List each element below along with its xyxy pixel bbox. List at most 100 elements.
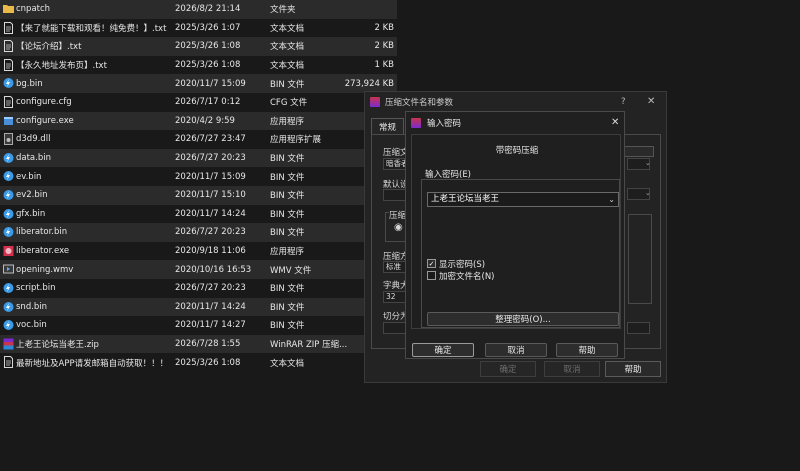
file-row[interactable]: configure.cfg 2026/7/17 0:12 CFG 文件 (0, 93, 397, 112)
close-icon[interactable]: ✕ (647, 96, 655, 107)
file-date: 2020/11/7 14:24 (175, 301, 246, 312)
file-row[interactable]: snd.bin2020/11/7 14:24BIN 文件82 (0, 297, 397, 317)
password-value: 上老王论坛当老王 (431, 194, 500, 204)
file-name: data.bin (16, 153, 51, 164)
back-help-button[interactable]: 帮助 (605, 361, 661, 377)
file-date: 2026/8/2 21:14 (175, 4, 241, 15)
file-date: 2026/7/27 20:23 (175, 153, 246, 164)
file-row[interactable]: opening.wmv2020/10/16 16:53WMV 文件95 (0, 260, 397, 279)
bin-file-icon (3, 189, 14, 201)
file-type: BIN 文件 (270, 172, 305, 183)
file-date: 2026/7/17 0:12 (175, 97, 241, 108)
file-row[interactable]: cnpatch 2026/8/2 21:14 文件夹 (0, 0, 397, 19)
password-heading: 带密码压缩 (495, 146, 539, 156)
file-size: 273,924 KB (344, 78, 394, 89)
file-date: 2020/11/7 15:09 (175, 78, 246, 89)
file-row[interactable]: 【来了就能下载和观看！纯免费！】.txt 2025/3/26 1:07 文本文档 2 … (0, 19, 397, 38)
chevron-down-icon[interactable]: ⌄ (645, 159, 655, 169)
ok-button[interactable]: 确定 (412, 343, 474, 357)
bin-file-icon (3, 282, 14, 294)
file-type: BIN 文件 (270, 321, 305, 332)
file-type: 应用程序 (270, 247, 305, 258)
file-type: 文本文档 (270, 42, 305, 53)
file-name: 最新地址及APP请发邮箱自动获取！！！.... (16, 358, 168, 369)
help-question-icon[interactable]: ? (621, 97, 626, 107)
file-name: ev.bin (16, 171, 42, 182)
close-icon[interactable]: ✕ (611, 117, 619, 128)
file-size: 2 KB (374, 22, 394, 33)
file-date: 2026/7/27 20:23 (175, 283, 246, 294)
file-row[interactable]: ev2.bin2020/11/7 15:10BIN 文件907 (0, 185, 397, 205)
file-date: 2025/3/26 1:08 (175, 357, 241, 368)
file-name: configure.cfg (16, 97, 72, 108)
cancel-button[interactable]: 取消 (485, 343, 547, 357)
file-row[interactable]: 上老王论坛当老王.zip 2026/7/28 1:55 WinRAR ZIP 压缩.… (0, 334, 397, 354)
file-date: 2020/4/2 9:59 (175, 115, 235, 126)
file-date: 2026/7/28 1:55 (175, 338, 241, 349)
file-type: BIN 文件 (270, 79, 305, 90)
tab-general[interactable]: 常规 (371, 118, 404, 135)
enter-password-dialog: 输入密码 ✕ 带密码压缩 输入密码(E) 上老王论坛当老王 ⌄ ✓ 显示密码(S… (405, 111, 625, 359)
file-name: 【永久地址发布页】.txt (16, 61, 107, 72)
chevron-down-icon[interactable]: ⌄ (645, 189, 655, 199)
bin-file-icon (3, 77, 14, 89)
bin-file-icon (3, 208, 14, 220)
file-row[interactable]: 【论坛介绍】.txt 2025/3/26 1:08 文本文档 2 KB (0, 37, 397, 56)
file-name: 上老王论坛当老王.zip (16, 339, 99, 350)
split-right-field[interactable] (627, 322, 650, 334)
password-input[interactable]: 上老王论坛当老王 ⌄ (427, 192, 619, 207)
file-row[interactable]: voc.bin2020/11/7 14:27BIN 文件1,1 (0, 316, 397, 335)
text-file-icon (3, 21, 13, 34)
file-row[interactable]: configure.exe2020/4/2 9:59应用程序1 (0, 111, 397, 131)
file-type: 文本文档 (270, 358, 305, 369)
organize-passwords-button[interactable]: 整理密码(O)... (427, 312, 619, 326)
encrypt-filenames-label[interactable]: 加密文件名(N) (439, 270, 495, 282)
bin-file-icon (3, 319, 14, 331)
winrar-icon (411, 118, 421, 128)
winrar-zip-icon (3, 338, 14, 350)
options-group (628, 214, 652, 304)
folder-icon (3, 3, 14, 15)
show-password-label[interactable]: 显示密码(S) (439, 258, 485, 270)
help-button[interactable]: 帮助 (556, 343, 618, 357)
encrypt-filenames-checkbox[interactable] (427, 271, 436, 280)
text-file-icon (3, 58, 13, 71)
back-ok-button[interactable]: 确定 (480, 361, 536, 377)
file-type: 文件夹 (270, 5, 296, 16)
file-row[interactable]: data.bin2026/7/27 20:23BIN 文件1 (0, 148, 397, 168)
winrar-icon (370, 97, 380, 107)
file-name: cnpatch (16, 4, 51, 15)
file-name: 【论坛介绍】.txt (16, 42, 82, 53)
file-date: 2020/9/18 11:06 (175, 246, 246, 257)
file-row[interactable]: bg.bin 2020/11/7 15:09 BIN 文件 273,924 KB (0, 74, 397, 93)
enter-password-titlebar[interactable]: 输入密码 ✕ (406, 112, 624, 134)
archive-params-titlebar[interactable]: 压缩文件名和参数 ? ✕ (365, 92, 666, 112)
file-type: 文本文档 (270, 61, 305, 72)
enter-password-title: 输入密码 (427, 119, 462, 129)
file-name: bg.bin (16, 78, 43, 89)
file-row[interactable]: script.bin2026/7/27 20:23BIN 文件2 (0, 279, 397, 298)
file-date: 2026/7/27 23:47 (175, 134, 246, 145)
show-password-checkbox[interactable]: ✓ (427, 259, 436, 268)
file-name: 【来了就能下载和观看！纯免费！】.txt (16, 23, 167, 34)
file-row[interactable]: 【永久地址发布页】.txt 2025/3/26 1:08 文本文档 1 KB (0, 56, 397, 75)
back-cancel-button[interactable]: 取消 (544, 361, 600, 377)
file-row[interactable]: 最新地址及APP请发邮箱自动获取！！！.... 2025/3/26 1:08 文本文… (0, 353, 397, 372)
file-row[interactable]: liberator.bin2026/7/27 20:23BIN 文件2 (0, 223, 397, 242)
text-file-icon (3, 40, 13, 53)
file-date: 2020/11/7 15:10 (175, 190, 246, 201)
file-row[interactable]: d3d9.dll 2026/7/27 23:47 应用程序扩展 (0, 130, 397, 149)
file-date: 2025/3/26 1:08 (175, 41, 241, 52)
archive-params-title: 压缩文件名和参数 (385, 98, 454, 108)
chevron-down-icon[interactable]: ⌄ (608, 193, 615, 206)
file-row[interactable]: ev.bin2020/11/7 15:09BIN 文件1,3 (0, 167, 397, 186)
format-radio-icon[interactable]: ◉ (394, 222, 403, 233)
file-type: 文本文档 (270, 23, 305, 34)
file-row[interactable]: gfx.bin2020/11/7 14:24BIN 文件317 (0, 205, 397, 224)
file-size: 1 KB (374, 60, 394, 71)
file-date: 2020/11/7 14:24 (175, 208, 246, 219)
file-date: 2025/3/26 1:07 (175, 22, 241, 33)
file-date: 2020/11/7 14:27 (175, 320, 246, 331)
file-name: liberator.bin (16, 227, 68, 238)
file-row[interactable]: liberator.exe2020/9/18 11:06应用程序1 (0, 242, 397, 261)
